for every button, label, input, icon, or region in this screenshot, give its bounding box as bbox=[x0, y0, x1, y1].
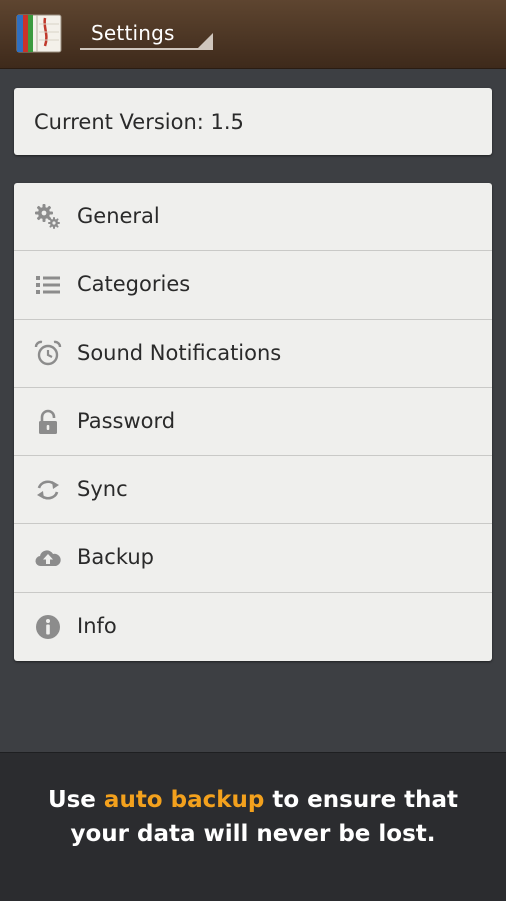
menu-item-backup[interactable]: Backup bbox=[14, 524, 492, 593]
current-version-text: Current Version: 1.5 bbox=[34, 110, 244, 134]
promo-banner[interactable]: Use auto backup to ensure that your data… bbox=[0, 752, 506, 901]
cloud-upload-icon bbox=[35, 550, 61, 567]
app-logo-icon[interactable] bbox=[15, 12, 67, 54]
gears-icon bbox=[35, 204, 60, 229]
menu-item-label: Sync bbox=[77, 477, 128, 502]
menu-item-sync[interactable]: Sync bbox=[14, 456, 492, 525]
menu-item-sound-notifications[interactable]: Sound Notifications bbox=[14, 320, 492, 388]
menu-item-label: Categories bbox=[77, 272, 191, 297]
promo-message: Use auto backup to ensure that your data… bbox=[20, 783, 486, 851]
info-icon bbox=[36, 614, 60, 639]
page-title: Settings bbox=[91, 21, 175, 45]
menu-item-general[interactable]: General bbox=[14, 183, 492, 252]
settings-spinner[interactable]: Settings bbox=[80, 16, 213, 50]
alarm-clock-icon bbox=[34, 340, 62, 365]
spinner-triangle-icon bbox=[198, 33, 213, 48]
list-icon bbox=[36, 276, 60, 295]
menu-item-label: Info bbox=[77, 613, 117, 638]
menu-item-label: General bbox=[77, 204, 160, 228]
menu-item-label: Sound Notifications bbox=[77, 340, 282, 365]
menu-item-info[interactable]: Info bbox=[14, 593, 492, 661]
promo-highlight: auto backup bbox=[103, 787, 265, 813]
version-card: Current Version: 1.5 bbox=[14, 88, 492, 155]
lock-icon bbox=[39, 409, 57, 434]
menu-item-label: Password bbox=[77, 408, 176, 433]
action-bar: Settings bbox=[0, 0, 506, 69]
sync-icon bbox=[37, 480, 59, 500]
menu-item-password[interactable]: Password bbox=[14, 388, 492, 457]
menu-item-categories[interactable]: Categories bbox=[14, 251, 492, 320]
menu-item-label: Backup bbox=[77, 545, 154, 570]
settings-menu: General Categories Sound Notifications P… bbox=[14, 183, 492, 661]
promo-text-pre: Use bbox=[47, 787, 104, 813]
